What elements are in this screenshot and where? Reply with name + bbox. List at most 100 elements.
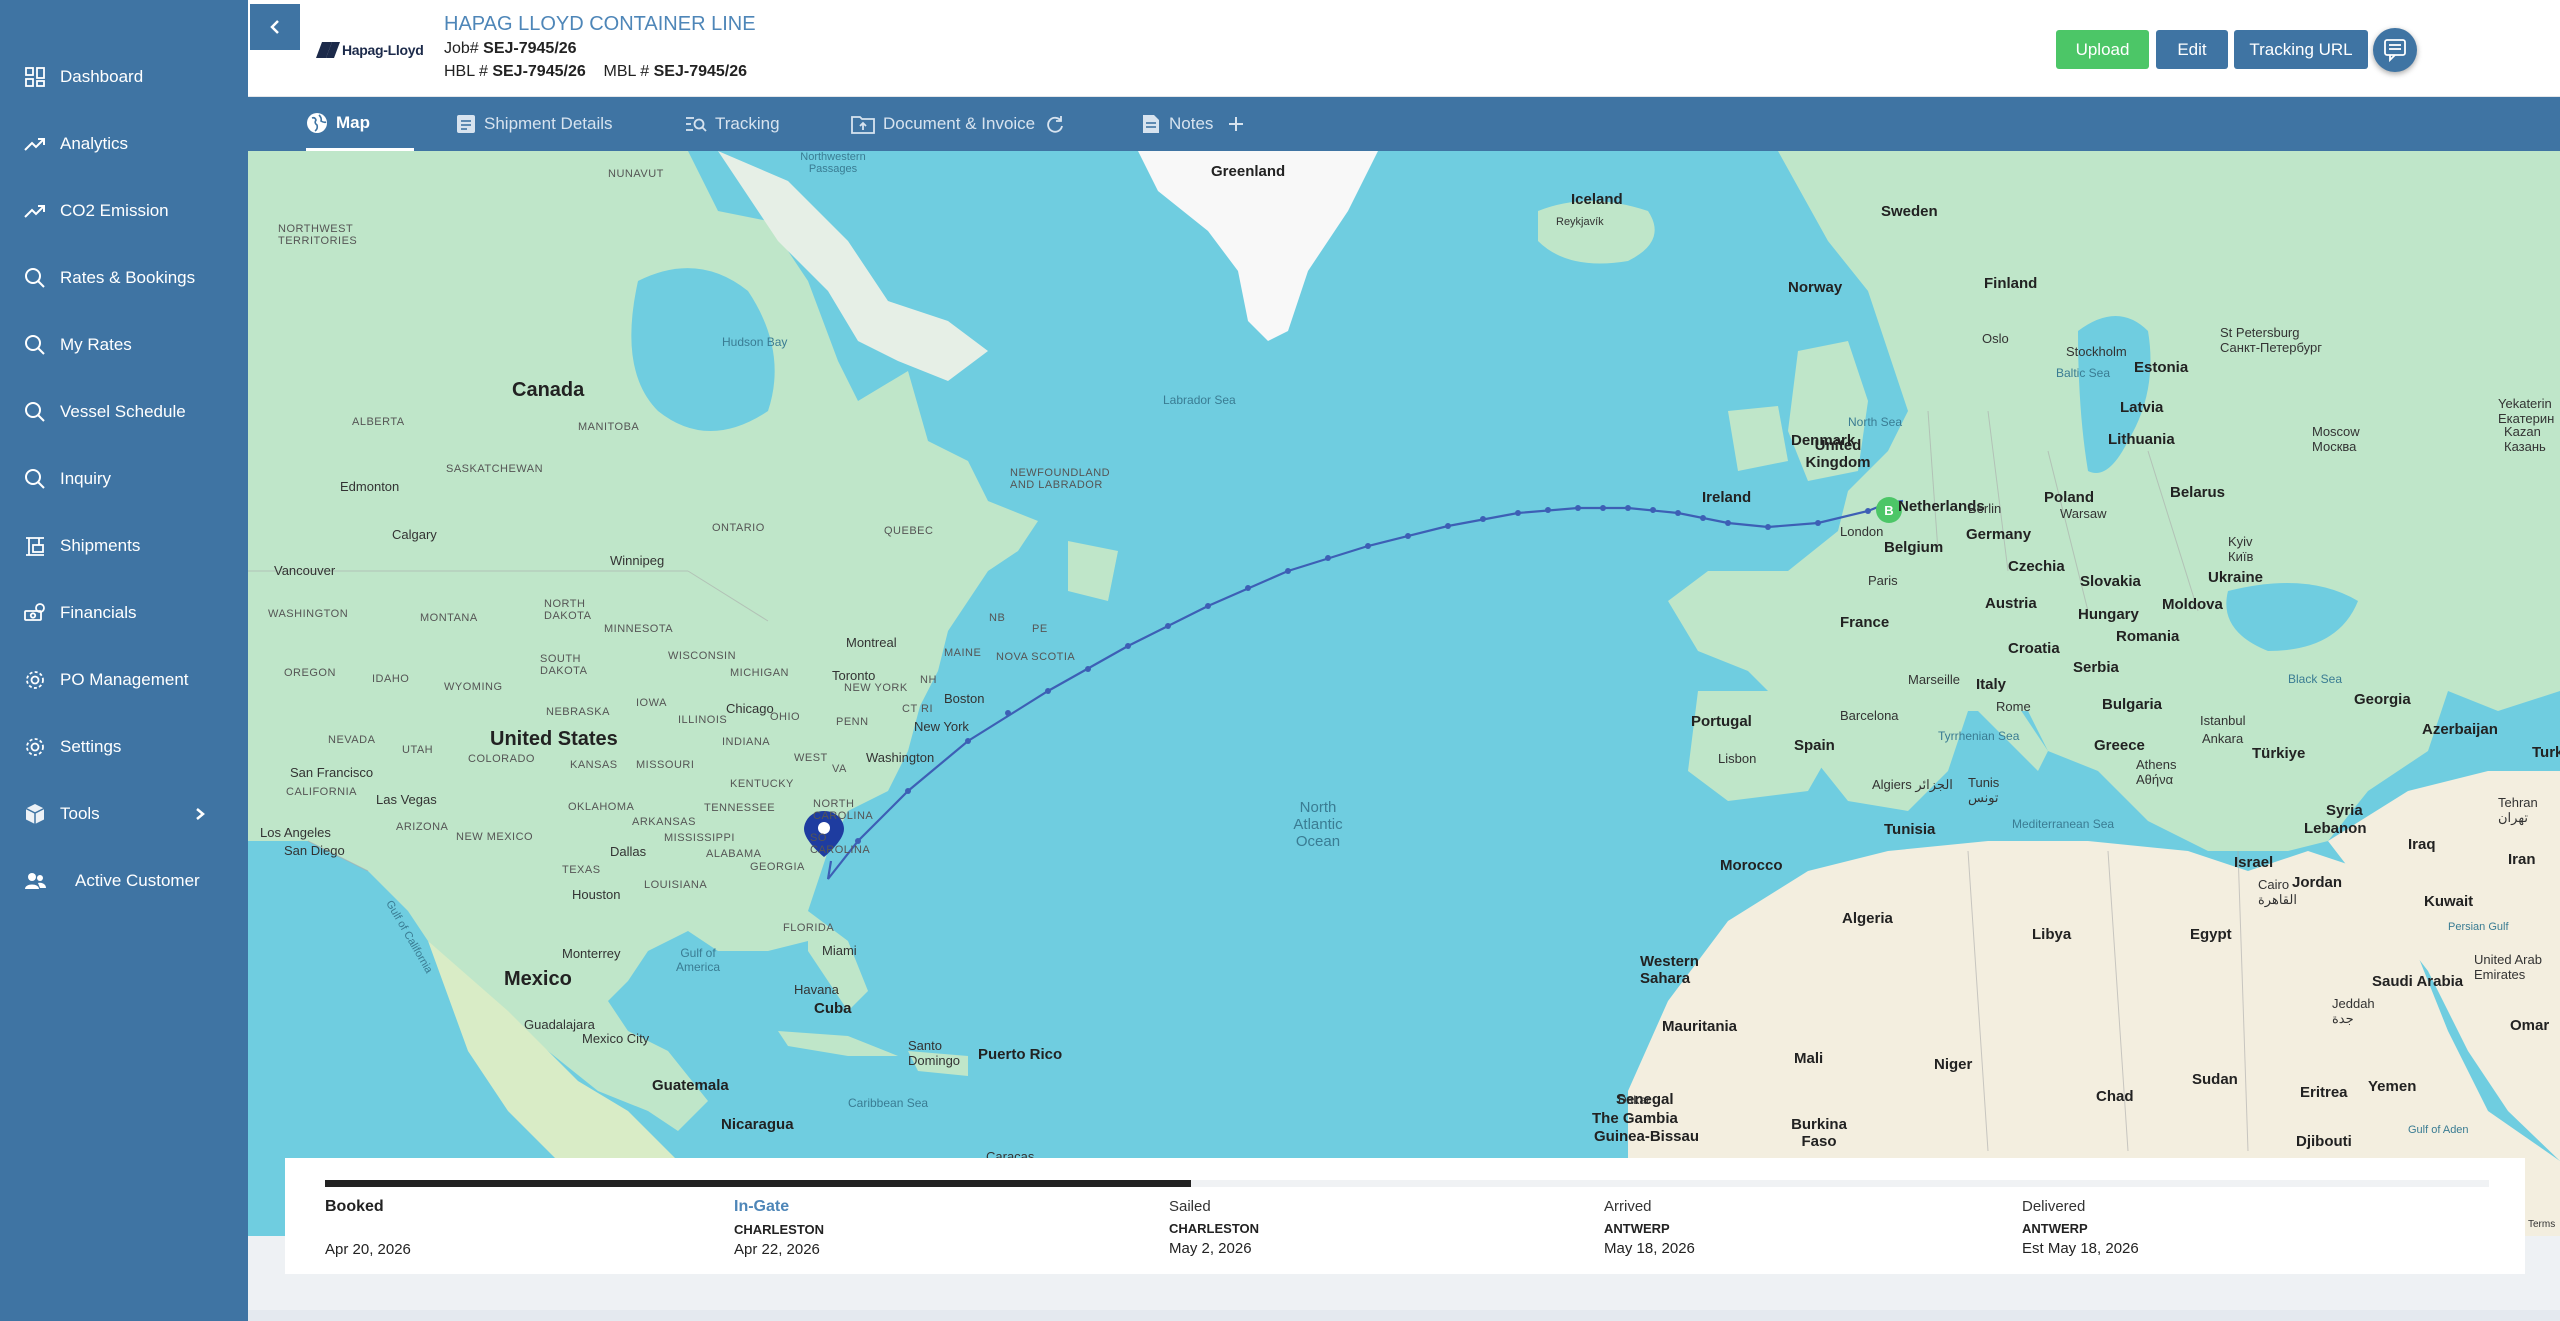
map-label-sweden: Sweden <box>1881 203 1938 220</box>
chat-button[interactable] <box>2373 28 2417 72</box>
route-waypoint <box>1445 523 1451 529</box>
sidebar-item-analytics[interactable]: Analytics <box>0 119 248 169</box>
milestone-name: Booked <box>325 1198 384 1215</box>
sidebar-item-po-management[interactable]: PO Management <box>0 655 248 705</box>
collapse-sidebar-button[interactable] <box>250 4 300 50</box>
map-label-canada: Canada <box>512 379 585 401</box>
map-label-san-francisco: San Francisco <box>290 765 374 780</box>
map-label-united-states: United States <box>490 728 618 750</box>
job-label: Job# <box>444 40 479 57</box>
map-label-paris: Paris <box>1868 573 1898 588</box>
map-label-egypt: Egypt <box>2190 926 2232 943</box>
map-label-north-atlantic-ocean: North Atlantic Ocean <box>1293 799 1343 850</box>
tab-document-invoice[interactable]: Document & Invoice <box>851 97 1073 151</box>
route-waypoint <box>1165 623 1171 629</box>
map-label-jordan: Jordan <box>2292 874 2343 891</box>
map-label-ankara: Ankara <box>2202 731 2244 746</box>
map-label-mexico: Mexico <box>504 968 572 990</box>
route-map[interactable]: B Greenland Iceland Reykjavík Canada Uni… <box>248 151 2560 1236</box>
route-waypoint <box>1865 508 1871 514</box>
route-waypoint <box>1700 515 1706 521</box>
milestone-sailed: Sailed CHARLESTON May 2, 2026 <box>1169 1198 1259 1257</box>
search-icon <box>25 469 45 489</box>
milestone-delivered: Delivered ANTWERP Est May 18, 2026 <box>2022 1198 2139 1257</box>
sidebar-item-dashboard[interactable]: Dashboard <box>0 52 248 102</box>
map-label-utah: UTAH <box>402 744 434 756</box>
map-label-morocco: Morocco <box>1720 857 1783 874</box>
map-label-croatia: Croatia <box>2008 640 2060 657</box>
sidebar: Dashboard Analytics CO2 Emission Rates &… <box>0 0 248 1321</box>
trend-icon <box>24 205 45 218</box>
map-label-london: London <box>1840 524 1884 539</box>
milestone-name: Arrived <box>1604 1198 1652 1215</box>
map-label-moscow: Moscow Москва <box>2312 424 2360 454</box>
chat-icon <box>2384 39 2406 63</box>
tab-shipment-details[interactable]: Shipment Details <box>456 97 613 151</box>
sidebar-item-label: My Rates <box>60 335 132 354</box>
map-label-washington-dc: Washington <box>866 750 935 765</box>
map-label-penn: PENN <box>836 716 869 728</box>
tab-label: Map <box>336 112 370 132</box>
sidebar-item-rates-bookings[interactable]: Rates & Bookings <box>0 253 248 303</box>
map-label-texas: TEXAS <box>562 864 601 876</box>
route-waypoint <box>1245 585 1251 591</box>
progress-fill <box>325 1180 1191 1187</box>
progress-track <box>325 1180 2489 1187</box>
map-label-south-carolina: SO CAROLINA <box>810 832 871 856</box>
tab-bar: Map Shipment Details Tracking Document &… <box>248 97 2560 151</box>
map-label-slovakia: Slovakia <box>2080 573 2141 590</box>
map-label-havana: Havana <box>794 982 839 997</box>
sidebar-item-vessel-schedule[interactable]: Vessel Schedule <box>0 387 248 437</box>
sidebar-item-shipments[interactable]: Shipments <box>0 521 248 571</box>
map-label-new-mexico: NEW MEXICO <box>456 831 534 843</box>
sidebar-item-tools[interactable]: Tools <box>0 789 248 839</box>
route-waypoint <box>1515 510 1521 516</box>
map-label-tennessee: TENNESSEE <box>704 802 776 814</box>
sidebar-item-inquiry[interactable]: Inquiry <box>0 454 248 504</box>
tab-tracking[interactable]: Tracking <box>685 97 780 151</box>
sidebar-item-my-rates[interactable]: My Rates <box>0 320 248 370</box>
route-waypoint <box>1285 568 1291 574</box>
map-label-montana: MONTANA <box>420 612 478 624</box>
route-waypoint <box>1725 520 1731 526</box>
sidebar-item-co2-emission[interactable]: CO2 Emission <box>0 186 248 236</box>
map-label-black-sea: Black Sea <box>2288 672 2343 686</box>
map-label-finland: Finland <box>1984 275 2038 292</box>
map-label-idaho: IDAHO <box>372 673 410 685</box>
refresh-icon[interactable] <box>1045 114 1065 134</box>
sidebar-item-financials[interactable]: Financials <box>0 588 248 638</box>
map-label-winnipeg: Winnipeg <box>610 553 665 568</box>
map-label-new-york-city: New York <box>914 719 969 734</box>
tab-notes[interactable]: Notes <box>1141 97 1253 151</box>
map-label-new-york: NEW YORK <box>844 682 908 694</box>
tracking-url-button[interactable]: Tracking URL <box>2234 30 2368 69</box>
sidebar-item-label: Financials <box>60 603 137 622</box>
map-label-minnesota: MINNESOTA <box>604 623 674 635</box>
map-label-nb: NB <box>989 612 1006 624</box>
add-note-icon[interactable] <box>1227 115 1245 133</box>
upload-button[interactable]: Upload <box>2056 30 2149 69</box>
milestone-name: Sailed <box>1169 1198 1211 1215</box>
carrier-name: HAPAG LLOYD CONTAINER LINE <box>444 13 756 35</box>
map-label-barcelona: Barcelona <box>1840 708 1899 723</box>
chevron-left-icon <box>270 20 279 34</box>
map-terms-link[interactable]: Terms <box>2528 1219 2555 1230</box>
map-label-florida: FLORIDA <box>783 922 835 934</box>
map-label-dallas: Dallas <box>610 844 647 859</box>
map-label-moldova: Moldova <box>2162 596 2223 613</box>
users-icon <box>25 873 46 889</box>
tab-map[interactable]: Map <box>306 97 414 151</box>
sidebar-item-label: Settings <box>60 737 122 756</box>
map-label-illinois: ILLINOIS <box>678 714 728 726</box>
edit-button[interactable]: Edit <box>2156 30 2228 69</box>
map-label-romania: Romania <box>2116 628 2180 645</box>
map-label-oman: Omar <box>2510 1017 2550 1034</box>
sidebar-item-active-customer[interactable]: Active Customer <box>0 856 248 906</box>
hbl-value: SEJ-7945/26 <box>492 63 586 80</box>
sidebar-item-settings[interactable]: Settings <box>0 722 248 772</box>
map-label-las-vegas: Las Vegas <box>376 792 437 807</box>
map-label-bulgaria: Bulgaria <box>2102 696 2163 713</box>
sidebar-item-label: Analytics <box>60 134 129 153</box>
map-label-kentucky: KENTUCKY <box>730 778 794 790</box>
map-label-portugal: Portugal <box>1691 713 1752 730</box>
